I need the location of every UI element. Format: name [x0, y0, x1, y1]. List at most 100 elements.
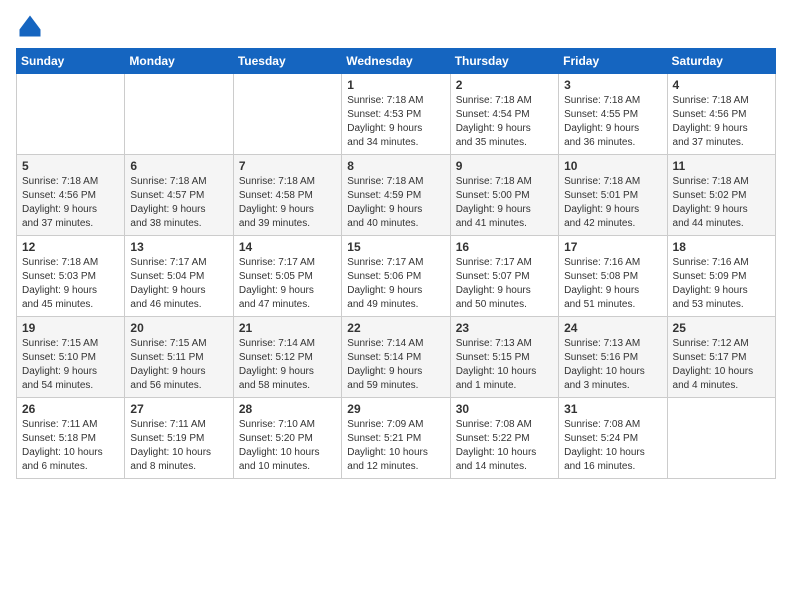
day-number: 25: [673, 321, 770, 335]
header: [16, 12, 776, 40]
day-info: Sunrise: 7:18 AM Sunset: 5:01 PM Dayligh…: [564, 175, 661, 231]
day-info: Sunrise: 7:18 AM Sunset: 4:59 PM Dayligh…: [347, 175, 444, 231]
day-cell: 22 Sunrise: 7:14 AM Sunset: 5:14 PM Dayli…: [342, 317, 450, 398]
day-cell: 6 Sunrise: 7:18 AM Sunset: 4:57 PM Daylig…: [125, 155, 233, 236]
day-info: Sunrise: 7:18 AM Sunset: 4:58 PM Dayligh…: [239, 175, 336, 231]
day-cell: 28Sunrise: 7:10 AM Sunset: 5:20 PM Dayli…: [233, 398, 341, 479]
day-number: 12: [22, 240, 119, 254]
day-number: 15: [347, 240, 444, 254]
day-number: 22: [347, 321, 444, 335]
day-number: 17: [564, 240, 661, 254]
day-cell: 2 Sunrise: 7:18 AM Sunset: 4:54 PM Daylig…: [450, 74, 558, 155]
day-cell: 27 Sunrise: 7:11 AM Sunset: 5:19 PM Dayli…: [125, 398, 233, 479]
day-info: Sunrise: 7:11 AM Sunset: 5:18 PM Dayligh…: [22, 418, 119, 474]
day-info: Sunrise: 7:18 AM Sunset: 4:57 PM Dayligh…: [130, 175, 227, 231]
day-cell: 15 Sunrise: 7:17 AM Sunset: 5:06 PM Dayli…: [342, 236, 450, 317]
day-info: Sunrise: 7:15 AM Sunset: 5:10 PM Dayligh…: [22, 337, 119, 393]
day-cell: 31 Sunrise: 7:08 AM Sunset: 5:24 PM Dayli…: [559, 398, 667, 479]
day-number: 21: [239, 321, 336, 335]
day-number: 28: [239, 402, 336, 416]
day-cell: [233, 74, 341, 155]
day-info: Sunrise: 7:16 AM Sunset: 5:09 PM Dayligh…: [673, 256, 770, 312]
day-number: 26: [22, 402, 119, 416]
day-cell: 12Sunrise: 7:18 AM Sunset: 5:03 PM Dayli…: [17, 236, 125, 317]
weekday-header-monday: Monday: [125, 49, 233, 74]
day-info: Sunrise: 7:17 AM Sunset: 5:07 PM Dayligh…: [456, 256, 553, 312]
logo-icon: [16, 12, 44, 40]
week-row-3: 19 Sunrise: 7:15 AM Sunset: 5:10 PM Dayli…: [17, 317, 776, 398]
day-number: 14: [239, 240, 336, 254]
day-number: 5: [22, 159, 119, 173]
day-number: 31: [564, 402, 661, 416]
day-cell: 23Sunrise: 7:13 AM Sunset: 5:15 PM Dayli…: [450, 317, 558, 398]
day-cell: 10 Sunrise: 7:18 AM Sunset: 5:01 PM Dayli…: [559, 155, 667, 236]
day-info: Sunrise: 7:13 AM Sunset: 5:15 PM Dayligh…: [456, 337, 553, 393]
day-cell: 16 Sunrise: 7:17 AM Sunset: 5:07 PM Dayli…: [450, 236, 558, 317]
day-cell: 26 Sunrise: 7:11 AM Sunset: 5:18 PM Dayli…: [17, 398, 125, 479]
day-number: 29: [347, 402, 444, 416]
day-info: Sunrise: 7:18 AM Sunset: 4:53 PM Dayligh…: [347, 94, 444, 150]
day-info: Sunrise: 7:18 AM Sunset: 5:02 PM Dayligh…: [673, 175, 770, 231]
day-info: Sunrise: 7:15 AM Sunset: 5:11 PM Dayligh…: [130, 337, 227, 393]
day-info: Sunrise: 7:12 AM Sunset: 5:17 PM Dayligh…: [673, 337, 770, 393]
day-info: Sunrise: 7:09 AM Sunset: 5:21 PM Dayligh…: [347, 418, 444, 474]
day-info: Sunrise: 7:08 AM Sunset: 5:22 PM Dayligh…: [456, 418, 553, 474]
weekday-header-tuesday: Tuesday: [233, 49, 341, 74]
day-cell: 3Sunrise: 7:18 AM Sunset: 4:55 PM Daylig…: [559, 74, 667, 155]
day-number: 9: [456, 159, 553, 173]
day-cell: 7 Sunrise: 7:18 AM Sunset: 4:58 PM Daylig…: [233, 155, 341, 236]
day-cell: 13Sunrise: 7:17 AM Sunset: 5:04 PM Dayli…: [125, 236, 233, 317]
day-cell: 30 Sunrise: 7:08 AM Sunset: 5:22 PM Dayli…: [450, 398, 558, 479]
day-cell: 20 Sunrise: 7:15 AM Sunset: 5:11 PM Dayli…: [125, 317, 233, 398]
day-info: Sunrise: 7:17 AM Sunset: 5:05 PM Dayligh…: [239, 256, 336, 312]
weekday-header-saturday: Saturday: [667, 49, 775, 74]
day-number: 20: [130, 321, 227, 335]
day-cell: [667, 398, 775, 479]
day-cell: 9 Sunrise: 7:18 AM Sunset: 5:00 PM Daylig…: [450, 155, 558, 236]
day-info: Sunrise: 7:17 AM Sunset: 5:04 PM Dayligh…: [130, 256, 227, 312]
day-info: Sunrise: 7:18 AM Sunset: 4:55 PM Dayligh…: [564, 94, 661, 150]
day-number: 11: [673, 159, 770, 173]
day-number: 7: [239, 159, 336, 173]
week-row-2: 12Sunrise: 7:18 AM Sunset: 5:03 PM Dayli…: [17, 236, 776, 317]
day-number: 24: [564, 321, 661, 335]
day-info: Sunrise: 7:14 AM Sunset: 5:12 PM Dayligh…: [239, 337, 336, 393]
day-number: 27: [130, 402, 227, 416]
day-info: Sunrise: 7:11 AM Sunset: 5:19 PM Dayligh…: [130, 418, 227, 474]
day-cell: 19 Sunrise: 7:15 AM Sunset: 5:10 PM Dayli…: [17, 317, 125, 398]
day-number: 2: [456, 78, 553, 92]
day-cell: 1Sunrise: 7:18 AM Sunset: 4:53 PM Daylig…: [342, 74, 450, 155]
calendar: SundayMondayTuesdayWednesdayThursdayFrid…: [16, 48, 776, 479]
day-info: Sunrise: 7:18 AM Sunset: 4:54 PM Dayligh…: [456, 94, 553, 150]
day-cell: 18 Sunrise: 7:16 AM Sunset: 5:09 PM Dayli…: [667, 236, 775, 317]
page: SundayMondayTuesdayWednesdayThursdayFrid…: [0, 0, 792, 612]
day-number: 16: [456, 240, 553, 254]
day-info: Sunrise: 7:08 AM Sunset: 5:24 PM Dayligh…: [564, 418, 661, 474]
week-row-1: 5Sunrise: 7:18 AM Sunset: 4:56 PM Daylig…: [17, 155, 776, 236]
logo: [16, 12, 48, 40]
weekday-header-thursday: Thursday: [450, 49, 558, 74]
day-cell: 29 Sunrise: 7:09 AM Sunset: 5:21 PM Dayli…: [342, 398, 450, 479]
day-cell: 17 Sunrise: 7:16 AM Sunset: 5:08 PM Dayli…: [559, 236, 667, 317]
day-info: Sunrise: 7:18 AM Sunset: 5:00 PM Dayligh…: [456, 175, 553, 231]
day-info: Sunrise: 7:18 AM Sunset: 4:56 PM Dayligh…: [673, 94, 770, 150]
day-info: Sunrise: 7:16 AM Sunset: 5:08 PM Dayligh…: [564, 256, 661, 312]
day-number: 19: [22, 321, 119, 335]
day-cell: 4 Sunrise: 7:18 AM Sunset: 4:56 PM Daylig…: [667, 74, 775, 155]
day-number: 10: [564, 159, 661, 173]
day-number: 8: [347, 159, 444, 173]
day-info: Sunrise: 7:13 AM Sunset: 5:16 PM Dayligh…: [564, 337, 661, 393]
day-info: Sunrise: 7:17 AM Sunset: 5:06 PM Dayligh…: [347, 256, 444, 312]
day-cell: 24 Sunrise: 7:13 AM Sunset: 5:16 PM Dayli…: [559, 317, 667, 398]
weekday-header-sunday: Sunday: [17, 49, 125, 74]
day-cell: 8 Sunrise: 7:18 AM Sunset: 4:59 PM Daylig…: [342, 155, 450, 236]
day-number: 30: [456, 402, 553, 416]
day-cell: [125, 74, 233, 155]
day-number: 6: [130, 159, 227, 173]
day-cell: 5Sunrise: 7:18 AM Sunset: 4:56 PM Daylig…: [17, 155, 125, 236]
weekday-header-row: SundayMondayTuesdayWednesdayThursdayFrid…: [17, 49, 776, 74]
day-info: Sunrise: 7:14 AM Sunset: 5:14 PM Dayligh…: [347, 337, 444, 393]
day-cell: 14 Sunrise: 7:17 AM Sunset: 5:05 PM Dayli…: [233, 236, 341, 317]
day-number: 18: [673, 240, 770, 254]
day-number: 4: [673, 78, 770, 92]
